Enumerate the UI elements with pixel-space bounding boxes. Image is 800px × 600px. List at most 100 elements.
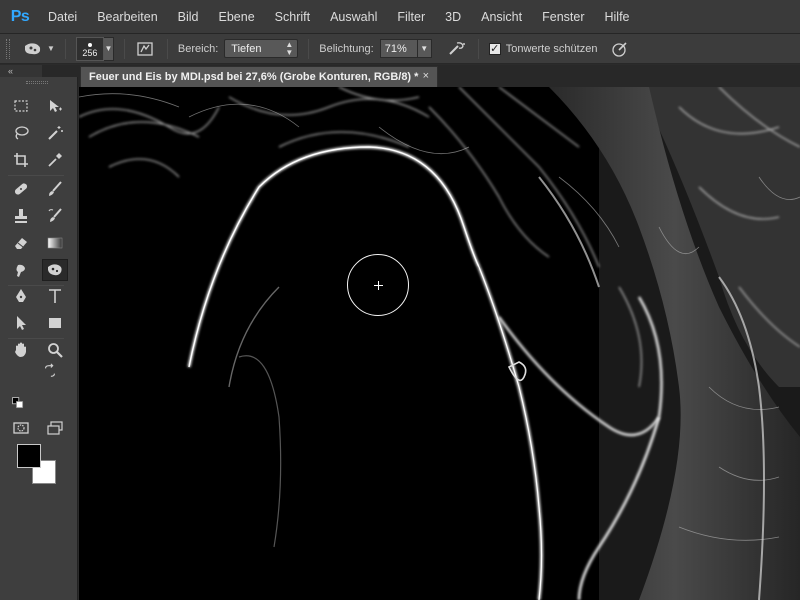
exposure-value: 71% — [384, 42, 407, 55]
lasso-tool[interactable] — [8, 122, 34, 144]
chevron-down-icon: ▼ — [47, 44, 55, 53]
menu-auswahl[interactable]: Auswahl — [330, 10, 377, 24]
menu-fenster[interactable]: Fenster — [542, 10, 584, 24]
crop-icon — [14, 153, 28, 167]
marquee-tool[interactable] — [8, 95, 34, 117]
divider — [308, 38, 310, 59]
gradient-tool[interactable] — [42, 232, 68, 254]
checkmark-icon: ✓ — [490, 42, 500, 55]
sponge-icon — [48, 264, 62, 276]
toolbox — [0, 77, 78, 600]
default-colors-button[interactable] — [11, 397, 25, 409]
divider — [123, 38, 125, 59]
healing-brush-tool[interactable] — [8, 178, 34, 200]
range-label: Bereich: — [177, 42, 219, 55]
hand-tool[interactable] — [8, 339, 34, 361]
options-bar: ▼ 256 ▼ Bereich: Tiefen ▲ ▼ Belichtung: 7… — [0, 34, 800, 64]
options-bar-grip[interactable] — [6, 38, 10, 59]
exposure-slider-dropdown[interactable]: ▼ — [417, 39, 432, 58]
divider — [166, 38, 168, 59]
menu-ebene[interactable]: Ebene — [219, 10, 255, 24]
sponge-tool[interactable] — [42, 259, 68, 281]
eyedropper-icon — [48, 153, 62, 167]
brush-preset-dropdown[interactable]: ▼ — [103, 36, 114, 61]
history-brush-icon — [48, 208, 62, 222]
quick-mask-icon — [13, 422, 29, 434]
sponge-tool-icon — [25, 42, 41, 54]
brush-tip-icon — [87, 42, 92, 47]
arrow-pointer-icon — [17, 316, 26, 330]
document-canvas[interactable] — [79, 87, 800, 600]
foreground-color-swatch[interactable] — [17, 444, 41, 468]
gradient-icon — [47, 237, 63, 249]
clone-stamp-tool[interactable] — [8, 205, 34, 227]
double-chevron-left-icon: « — [8, 66, 14, 76]
menu-bearbeiten[interactable]: Bearbeiten — [97, 10, 157, 24]
menu-ansicht[interactable]: Ansicht — [481, 10, 522, 24]
menu-schrift[interactable]: Schrift — [275, 10, 310, 24]
rectangle-shape-tool[interactable] — [42, 312, 68, 334]
range-value: Tiefen — [231, 42, 262, 55]
magic-wand-icon — [48, 126, 63, 140]
toolbox-grip[interactable] — [26, 81, 48, 84]
path-selection-tool[interactable] — [8, 312, 34, 334]
finger-smudge-icon — [16, 264, 25, 277]
crosshair-icon — [374, 281, 383, 290]
divider — [64, 38, 66, 59]
pen-nib-icon — [16, 289, 26, 302]
divider — [477, 38, 479, 59]
eraser-icon — [15, 238, 27, 249]
app-logo[interactable]: Ps — [6, 6, 34, 28]
brush-panel-toggle-icon[interactable] — [135, 40, 155, 58]
menu-bar: Ps Datei Bearbeiten Bild Ebene Schrift A… — [0, 0, 800, 34]
pressure-size-icon[interactable] — [609, 40, 631, 58]
rectangle-icon — [49, 318, 61, 328]
menu-hilfe[interactable]: Hilfe — [605, 10, 630, 24]
menu-3d[interactable]: 3D — [445, 10, 461, 24]
menu-filter[interactable]: Filter — [397, 10, 425, 24]
pen-tool[interactable] — [8, 285, 34, 307]
swap-colors-button[interactable] — [42, 363, 58, 378]
protect-tones-label: Tonwerte schützen — [505, 42, 598, 55]
tool-preset-picker[interactable]: ▼ — [22, 41, 55, 57]
quick-mask-button[interactable] — [8, 417, 34, 439]
lasso-icon — [15, 126, 29, 140]
updown-caret-icon: ▲ ▼ — [285, 40, 294, 57]
exposure-input[interactable]: 71% — [379, 39, 418, 58]
protect-tones-checkbox[interactable]: ✓ — [488, 42, 501, 55]
type-tool[interactable] — [42, 285, 68, 307]
magic-wand-tool[interactable] — [42, 122, 68, 144]
brush-preset-picker[interactable]: 256 — [75, 36, 104, 61]
brush-size-value: 256 — [82, 47, 98, 58]
menu-bild[interactable]: Bild — [178, 10, 199, 24]
document-tab-title: Feuer und Eis by MDI.psd bei 27,6% (Grob… — [89, 71, 419, 83]
crop-tool[interactable] — [8, 149, 34, 171]
swap-arrows-icon — [44, 363, 56, 377]
blur-tool[interactable] — [8, 259, 34, 281]
exposure-label: Belichtung: — [319, 42, 374, 55]
chevron-down-icon: ▼ — [104, 44, 113, 53]
document-tab[interactable]: Feuer und Eis by MDI.psd bei 27,6% (Grob… — [80, 66, 438, 87]
range-select[interactable]: Tiefen ▲ ▼ — [224, 39, 299, 58]
zoom-tool[interactable] — [42, 339, 68, 361]
bandage-icon — [14, 183, 28, 195]
screen-mode-icon — [47, 421, 63, 435]
default-colors-icon — [12, 397, 24, 409]
eyedropper-tool[interactable] — [42, 149, 68, 171]
magnifier-icon — [48, 343, 63, 358]
airbrush-icon[interactable] — [446, 40, 468, 58]
screen-mode-button[interactable] — [42, 417, 68, 439]
hand-icon — [15, 342, 26, 357]
move-arrow-icon — [50, 100, 62, 112]
rectangle-marquee-icon — [14, 100, 28, 112]
history-brush-tool[interactable] — [42, 205, 68, 227]
toolbox-collapse-button[interactable]: « — [0, 65, 42, 77]
chevron-down-icon: ▼ — [420, 44, 429, 53]
close-icon[interactable]: × — [423, 70, 429, 82]
brush-tool[interactable] — [42, 178, 68, 200]
paintbrush-icon — [49, 181, 62, 196]
move-tool[interactable] — [42, 95, 68, 117]
menu-datei[interactable]: Datei — [48, 10, 77, 24]
eraser-tool[interactable] — [8, 232, 34, 254]
canvas-artwork — [79, 87, 800, 600]
